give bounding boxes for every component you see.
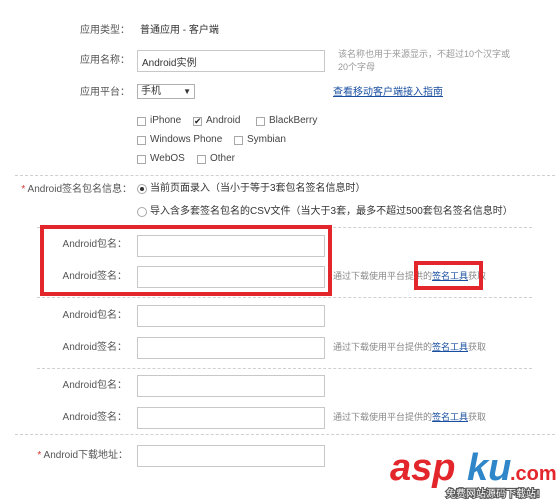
platform-select-value: 手机: [141, 86, 161, 97]
sig-tool-hint-3: 通过下载使用平台提供的签名工具获取: [333, 412, 487, 422]
sign-tool-link-2[interactable]: 签名工具: [432, 342, 468, 352]
svg-text:免费网站源码下载站!: 免费网站源码下载站!: [446, 487, 540, 500]
checkbox-iphone-label: iPhone: [150, 115, 182, 126]
checkbox-android-label: Android: [206, 115, 241, 126]
pkg-input-3[interactable]: [137, 375, 325, 397]
pkg-label-2: Android包名：: [62, 310, 127, 321]
divider: [15, 434, 555, 435]
checkbox-webos[interactable]: [137, 155, 146, 164]
divider: [37, 368, 532, 369]
highlight-box-inputs: [40, 225, 332, 296]
divider: [15, 175, 555, 176]
download-url-label: * Android下载地址：: [37, 450, 128, 461]
radio-page-entry[interactable]: [137, 184, 147, 194]
app-name-input[interactable]: [137, 50, 325, 72]
chevron-down-icon: ▼: [183, 87, 191, 96]
divider: [37, 297, 532, 298]
highlight-box-tool-link: [414, 261, 483, 290]
download-url-input[interactable]: [137, 445, 325, 467]
pkg-label-3: Android包名：: [62, 380, 127, 391]
checkbox-windows-phone[interactable]: [137, 136, 146, 145]
checkbox-other[interactable]: [197, 155, 206, 164]
checkbox-webos-label: WebOS: [150, 153, 185, 164]
sign-tool-link-3[interactable]: 签名工具: [432, 412, 468, 422]
radio-csv-import[interactable]: [137, 207, 147, 217]
checkbox-blackberry[interactable]: [256, 117, 265, 126]
platform-select[interactable]: 手机 ▼: [137, 84, 195, 99]
mobile-guide-link[interactable]: 查看移动客户端接入指南: [333, 87, 443, 98]
checkbox-android[interactable]: ✔: [193, 117, 202, 126]
svg-text:.com: .com: [510, 463, 557, 485]
svg-text:ku: ku: [467, 447, 511, 489]
radio-csv-import-label: 导入含多套签名包名的CSV文件（当大于3套，最多不超过500套包名签名信息时）: [150, 206, 513, 217]
sig-label-2: Android签名：: [62, 342, 127, 353]
sig-tool-hint-2: 通过下载使用平台提供的签名工具获取: [333, 342, 487, 352]
sig-input-2[interactable]: [137, 337, 325, 359]
checkbox-other-label: Other: [210, 153, 236, 164]
pkg-input-2[interactable]: [137, 305, 325, 327]
radio-page-entry-label: 当前页面录入（当小于等于3套包名签名信息时）: [150, 183, 366, 194]
aspku-watermark-logo: asp ku .com 免费网站源码下载站!: [388, 440, 558, 501]
app-type-value: 普通应用 - 客户端: [140, 25, 219, 36]
app-name-label: 应用名称：: [80, 55, 130, 66]
app-type-label: 应用类型：: [80, 25, 130, 36]
platform-label: 应用平台：: [80, 87, 130, 98]
app-name-hint: 该名称也用于来源显示，不超过10个汉字或20个字母: [338, 49, 511, 72]
sig-label-3: Android签名：: [62, 412, 127, 423]
sig-input-3[interactable]: [137, 407, 325, 429]
checkbox-windows-phone-label: Windows Phone: [150, 134, 223, 145]
sign-info-label: * Android签名包名信息：: [21, 184, 132, 195]
checkbox-symbian-label: Symbian: [247, 134, 286, 145]
svg-text:asp: asp: [390, 447, 455, 489]
checkbox-blackberry-label: BlackBerry: [269, 115, 318, 126]
checkbox-iphone[interactable]: [137, 117, 146, 126]
checkbox-symbian[interactable]: [234, 136, 243, 145]
